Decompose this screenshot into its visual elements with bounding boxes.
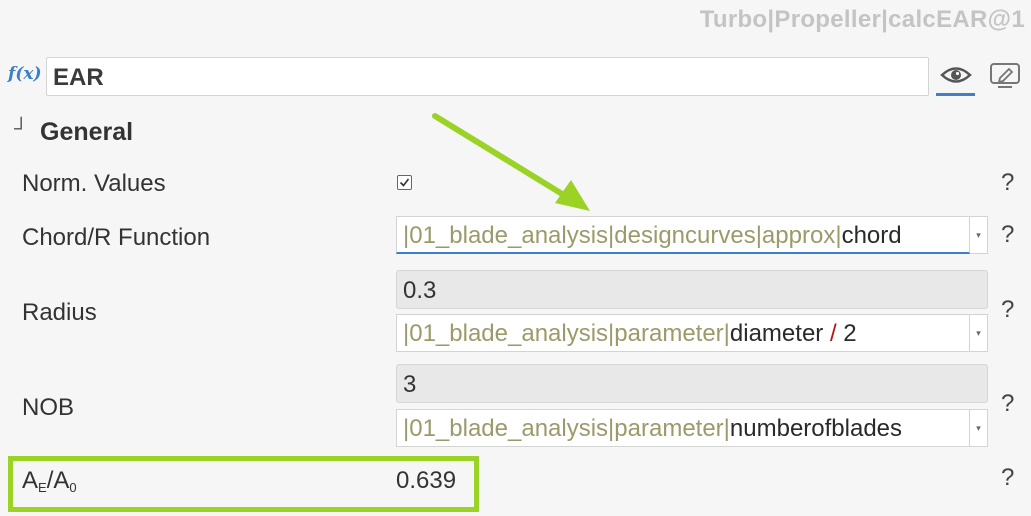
nob-ref-path: |01_blade_analysis|parameter| [403, 415, 730, 442]
nob-help-button[interactable]: ? [1001, 390, 1014, 418]
nob-value-field: 3 [396, 364, 988, 403]
chord-help-button[interactable]: ? [1001, 221, 1014, 249]
ear-label-a0: /A [46, 467, 70, 494]
chord-ref-path: |01_blade_analysis|designcurves|approx| [403, 222, 842, 249]
radius-divisor: 2 [843, 320, 857, 347]
ear-result-label: AE/A0 [22, 467, 77, 495]
section-title[interactable]: General [40, 118, 133, 147]
radius-dropdown-button[interactable]: ▾ [970, 314, 988, 352]
radius-ref-term: diameter [729, 320, 824, 347]
radius-operator: / [829, 320, 837, 347]
norm-values-help-button[interactable]: ? [1001, 169, 1014, 197]
checkmark-icon [399, 178, 410, 187]
chord-function-field[interactable]: |01_blade_analysis|designcurves|approx|c… [396, 216, 970, 254]
ear-label-a: A [22, 467, 39, 494]
ear-label-sub-e: E [38, 480, 47, 495]
edit-icon [990, 63, 1020, 88]
eye-icon [939, 66, 972, 83]
function-icon[interactable]: f(x) [8, 64, 42, 84]
ear-result-value: 0.639 [396, 467, 457, 494]
nob-label: NOB [22, 394, 75, 421]
ear-help-button[interactable]: ? [1001, 464, 1014, 492]
chord-dropdown-button[interactable]: ▾ [970, 216, 988, 254]
object-path: Turbo|Propeller|calcEAR@1 [699, 6, 1025, 33]
radius-formula-field[interactable]: |01_blade_analysis|parameter|diameter / … [396, 314, 970, 352]
ear-label-sub-0: 0 [69, 480, 77, 495]
radius-ref-path: |01_blade_analysis|parameter| [403, 320, 730, 347]
chord-function-label: Chord/R Function [22, 224, 211, 251]
nob-dropdown-button[interactable]: ▾ [970, 409, 988, 447]
edit-button[interactable] [987, 58, 1023, 92]
norm-values-checkbox[interactable] [397, 175, 412, 190]
name-field[interactable]: EAR [46, 57, 929, 96]
nob-ref-term: numberofblades [729, 415, 903, 442]
collapse-toggle-icon[interactable]: ┘ [14, 118, 28, 141]
chevron-down-icon: ▾ [976, 230, 981, 240]
chord-ref-term: chord [841, 222, 902, 249]
chevron-down-icon: ▾ [976, 423, 981, 433]
view-button[interactable] [936, 56, 975, 96]
chevron-down-icon: ▾ [976, 328, 981, 338]
radius-value-field: 0.3 [396, 270, 988, 309]
radius-label: Radius [22, 299, 97, 326]
norm-values-label: Norm. Values [22, 170, 166, 197]
radius-help-button[interactable]: ? [1001, 296, 1014, 324]
nob-formula-field[interactable]: |01_blade_analysis|parameter|numberofbla… [396, 409, 970, 447]
